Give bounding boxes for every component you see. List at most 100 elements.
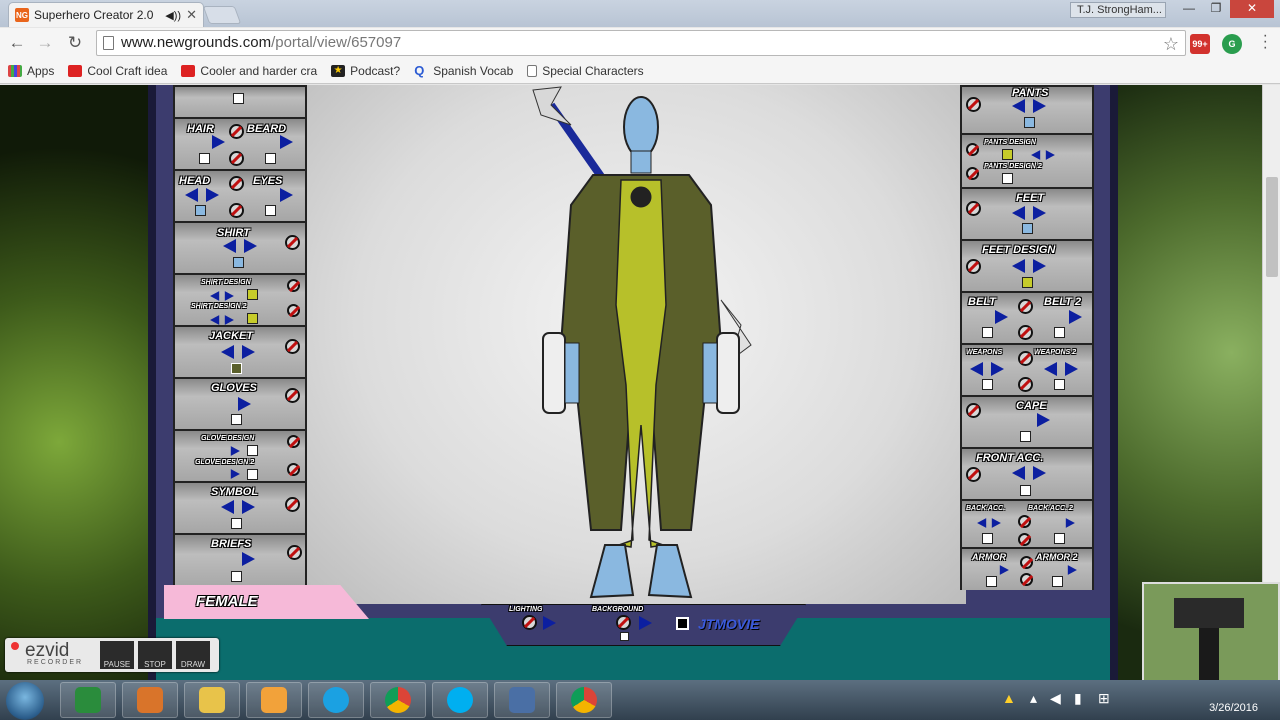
arrow-selector-icon[interactable] (259, 188, 293, 202)
color-swatch[interactable] (1054, 327, 1065, 338)
reload-icon[interactable]: ↻ (64, 32, 86, 54)
warning-icon[interactable]: ▲ (1002, 690, 1016, 706)
menu-icon[interactable]: · · · (1263, 28, 1268, 56)
none-icon[interactable] (1018, 533, 1031, 546)
arrow-selector-icon[interactable] (1012, 466, 1046, 480)
none-icon[interactable] (1020, 573, 1033, 586)
arrow-selector-icon[interactable] (216, 446, 240, 456)
color-swatch[interactable] (247, 313, 258, 324)
color-swatch[interactable] (247, 445, 258, 456)
arrow-selector-icon[interactable] (1012, 259, 1046, 273)
minimize-button[interactable]: — (1176, 0, 1202, 18)
none-icon[interactable] (1018, 377, 1033, 392)
bookmark-cooler-harder[interactable]: Cooler and harder cra (181, 64, 317, 78)
arrow-selector-icon[interactable] (985, 565, 1009, 575)
arrow-selector-icon[interactable] (221, 500, 255, 514)
none-icon[interactable] (966, 201, 981, 216)
lighting-arrow-icon[interactable] (522, 616, 556, 630)
none-icon[interactable] (966, 403, 981, 418)
start-button[interactable] (6, 682, 44, 720)
background-color-swatch[interactable] (676, 617, 689, 630)
extension-badge-icon[interactable]: 99+ (1190, 34, 1210, 54)
color-swatch[interactable] (1020, 485, 1031, 496)
taskbar-chrome-2[interactable] (556, 682, 612, 718)
color-swatch[interactable] (1022, 277, 1033, 288)
taskbar-chrome[interactable] (370, 682, 426, 718)
arrow-selector-icon[interactable] (259, 135, 293, 149)
color-swatch[interactable] (265, 153, 276, 164)
none-icon[interactable] (285, 388, 300, 403)
color-swatch[interactable] (199, 153, 210, 164)
color-swatch[interactable] (1002, 149, 1013, 160)
color-swatch[interactable] (233, 257, 244, 268)
network-icon[interactable]: ▮ (1074, 690, 1082, 707)
taskbar-cortana[interactable] (308, 682, 364, 718)
tab-close-icon[interactable]: ✕ (186, 7, 197, 23)
color-swatch[interactable] (982, 379, 993, 390)
pause-button[interactable]: PAUSE (100, 641, 134, 669)
superhero-creator-game[interactable]: HAIR BEARD HEAD EYES SHIRT SHIRT DESIGN … (148, 85, 1118, 680)
arrow-selector-icon[interactable] (216, 469, 240, 479)
none-icon[interactable] (229, 124, 244, 139)
forward-arrow-icon[interactable]: → (34, 32, 56, 54)
bookmark-apps[interactable]: Apps (8, 64, 54, 78)
tray-overflow-icon[interactable]: ▴ (1030, 690, 1037, 707)
arrow-selector-icon[interactable] (223, 239, 257, 253)
none-icon[interactable] (285, 235, 300, 250)
bookmark-cool-craft[interactable]: Cool Craft idea (68, 64, 167, 78)
draw-button[interactable]: DRAW (176, 641, 210, 669)
color-swatch[interactable] (986, 576, 997, 587)
arrow-selector-icon[interactable] (191, 135, 225, 149)
none-icon[interactable] (966, 167, 979, 180)
bookmark-spanish-vocab[interactable]: Q Spanish Vocab (414, 64, 513, 78)
color-swatch[interactable] (231, 518, 242, 529)
arrow-selector-icon[interactable] (1012, 99, 1046, 113)
none-icon[interactable] (287, 435, 300, 448)
none-icon[interactable] (229, 151, 244, 166)
profile-button[interactable]: T.J. StrongHam... (1070, 2, 1166, 18)
arrow-selector-icon[interactable] (1048, 310, 1082, 324)
taskbar-hp[interactable] (60, 682, 116, 718)
gender-toggle[interactable] (164, 585, 369, 619)
arrow-selector-icon[interactable] (210, 291, 234, 301)
color-swatch[interactable] (1054, 379, 1065, 390)
none-icon[interactable] (229, 203, 244, 218)
none-icon[interactable] (1018, 299, 1033, 314)
color-swatch[interactable] (1052, 576, 1063, 587)
arrow-selector-icon[interactable] (221, 552, 255, 566)
color-swatch[interactable] (1022, 223, 1033, 234)
address-bar[interactable]: www.newgrounds.com/portal/view/657097 ☆ (96, 30, 1186, 56)
bookmark-star-icon[interactable]: ☆ (1163, 32, 1179, 56)
color-swatch[interactable] (231, 363, 242, 374)
arrow-selector-icon[interactable] (1051, 518, 1075, 528)
extension-g-icon[interactable]: G (1222, 34, 1242, 54)
volume-icon[interactable]: ◀ (1050, 690, 1061, 707)
taskbar-video[interactable] (494, 682, 550, 718)
color-swatch[interactable] (1020, 431, 1031, 442)
none-icon[interactable] (1020, 556, 1033, 569)
none-icon[interactable] (287, 463, 300, 476)
color-swatch[interactable] (231, 414, 242, 425)
new-tab-button[interactable] (202, 6, 242, 24)
arrow-selector-icon[interactable] (977, 518, 1001, 528)
taskbar-app[interactable] (122, 682, 178, 718)
color-swatch[interactable] (247, 289, 258, 300)
arrow-selector-icon[interactable] (1031, 150, 1055, 160)
back-arrow-icon[interactable]: ← (6, 32, 28, 54)
none-icon[interactable] (287, 304, 300, 317)
none-icon[interactable] (966, 97, 981, 112)
color-swatch[interactable] (982, 533, 993, 544)
tab-superhero-creator[interactable]: NG Superhero Creator 2.0 ◀)) ✕ (8, 2, 204, 27)
arrow-selector-icon[interactable] (1053, 565, 1077, 575)
bookmark-special-characters[interactable]: Special Characters (527, 64, 644, 78)
background-arrow-icon[interactable] (618, 616, 652, 630)
none-icon[interactable] (966, 259, 981, 274)
none-icon[interactable] (285, 497, 300, 512)
audio-icon[interactable]: ◀)) (165, 9, 181, 22)
arrow-selector-icon[interactable] (970, 362, 1004, 376)
none-icon[interactable] (1018, 325, 1033, 340)
none-icon[interactable] (287, 279, 300, 292)
arrow-selector-icon[interactable] (185, 188, 219, 202)
bookmark-podcast[interactable]: ★ Podcast? (331, 64, 400, 78)
color-swatch[interactable] (195, 205, 206, 216)
